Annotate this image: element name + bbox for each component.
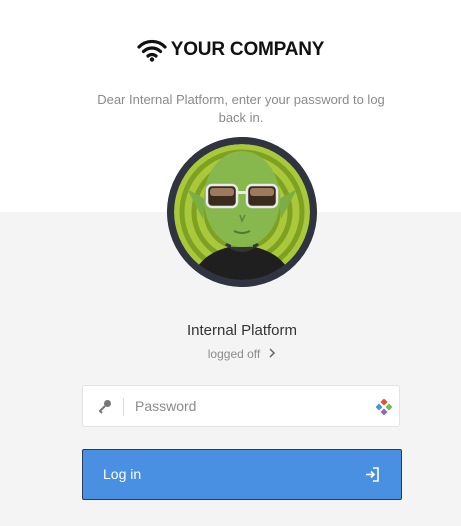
company-logo: YOUR COMPANY	[0, 38, 461, 62]
user-avatar	[167, 137, 317, 287]
password-input[interactable]	[135, 387, 363, 425]
wifi-icon	[137, 38, 167, 62]
company-name: YOUR COMPANY	[170, 39, 325, 60]
chevron-right-icon	[268, 347, 276, 361]
logged-off-status[interactable]: logged off	[0, 347, 461, 361]
login-button-label: Log in	[103, 466, 142, 482]
login-button[interactable]: Log in	[82, 449, 402, 500]
status-label: logged off	[207, 347, 261, 361]
relogin-message: Dear Internal Platform, enter your passw…	[97, 92, 385, 125]
username: Internal Platform	[186, 322, 298, 339]
password-field[interactable]	[82, 385, 400, 427]
key-icon	[97, 398, 113, 414]
field-divider	[123, 398, 124, 416]
login-arrow-icon	[365, 467, 380, 482]
password-manager-icon[interactable]	[375, 398, 393, 416]
